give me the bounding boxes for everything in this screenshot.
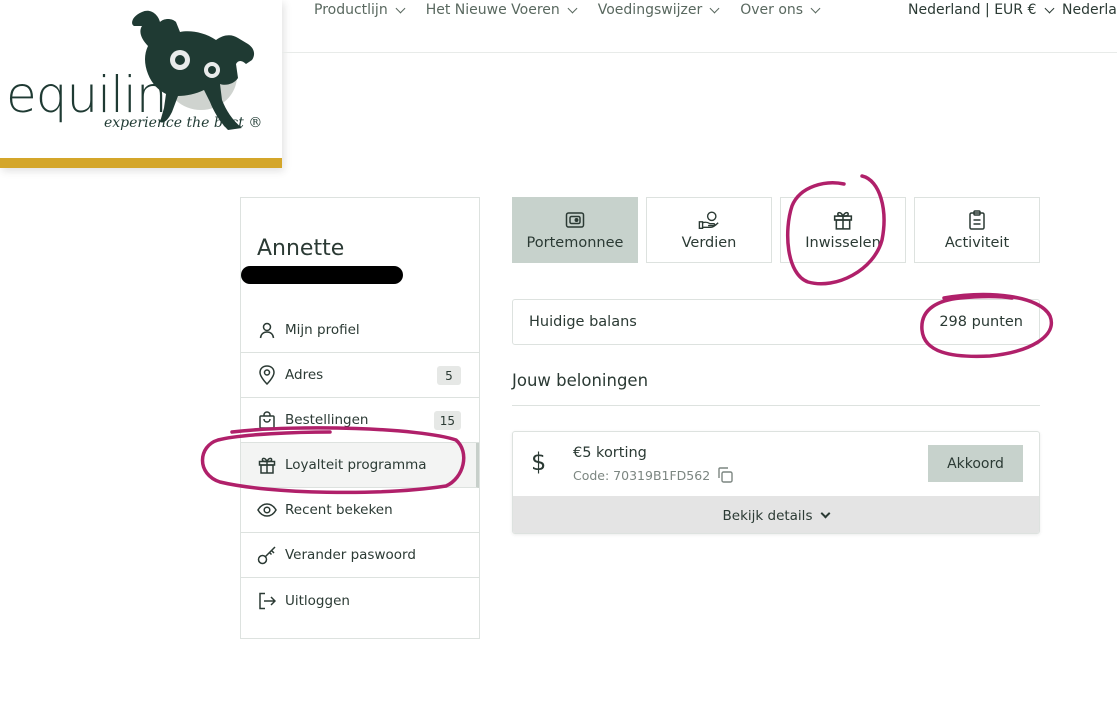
view-details-toggle[interactable]: Bekijk details [513, 496, 1039, 533]
nav-item-productlijn[interactable]: Productlijn [314, 2, 406, 18]
chevron-down-icon [1044, 3, 1055, 13]
sidebar-item-label: Verander paswoord [285, 547, 416, 563]
accept-reward-button[interactable]: Akkoord [928, 445, 1023, 482]
account-menu: Mijn profiel Adres 5 Bestellingen 15 Loy… [241, 308, 479, 623]
reward-code-text: Code: 70319B1FD562 [573, 467, 711, 483]
chevron-down-icon [821, 508, 831, 519]
logo-gold-bar [0, 158, 282, 168]
sidebar-item-label: Uitloggen [285, 592, 350, 609]
nav-item-het-nieuwe-voeren[interactable]: Het Nieuwe Voeren [426, 2, 578, 18]
gift-icon [832, 209, 854, 231]
header-divider [282, 52, 1117, 53]
current-balance: Huidige balans 298 punten [512, 299, 1040, 345]
gift-icon [257, 455, 277, 475]
sidebar-item-adres[interactable]: Adres 5 [241, 353, 479, 398]
sidebar-item-verander-paswoord[interactable]: Verander paswoord [241, 533, 479, 578]
count-badge: 15 [433, 411, 461, 430]
sidebar-item-label: Bestellingen [285, 412, 369, 428]
rewards-heading: Jouw beloningen [512, 371, 649, 390]
sidebar-item-recent-bekeken[interactable]: Recent bekeken [241, 488, 479, 533]
chevron-down-icon [567, 3, 578, 13]
reward-title: €5 korting [573, 445, 647, 461]
logo-tagline: experience the best ® [104, 115, 263, 131]
tab-inwisselen[interactable]: Inwisselen [780, 197, 906, 263]
chevron-down-icon [709, 3, 720, 13]
tab-activiteit[interactable]: Activiteit [914, 197, 1040, 263]
sidebar-item-label: Loyalteit programma [285, 457, 427, 473]
user-icon [257, 320, 277, 340]
reward-card: $ €5 korting Code: 70319B1FD562 Akkoord … [512, 431, 1040, 534]
sidebar-item-uitloggen[interactable]: Uitloggen [241, 578, 479, 623]
tab-portemonnee[interactable]: Portemonnee [512, 197, 638, 263]
chevron-down-icon [810, 3, 821, 13]
redacted-email [241, 266, 403, 284]
tab-verdien[interactable]: Verdien [646, 197, 772, 263]
chevron-down-icon [395, 3, 406, 13]
sidebar-item-bestellingen[interactable]: Bestellingen 15 [241, 398, 479, 443]
sidebar-item-loyalteit-programma[interactable]: Loyalteit programma [241, 443, 479, 488]
main-navigation: Productlijn Het Nieuwe Voeren Voedingswi… [314, 2, 841, 18]
account-sidebar: Annette Mijn profiel Adres 5 Bestellinge… [240, 197, 480, 639]
reward-code: Code: 70319B1FD562 [573, 466, 734, 484]
eye-icon [257, 500, 277, 520]
logout-icon [257, 591, 277, 611]
balance-label: Huidige balans [529, 314, 637, 330]
logo[interactable]: equilin experience the best ® [0, 0, 282, 168]
sidebar-item-label: Recent bekeken [285, 502, 393, 518]
nav-item-over-ons[interactable]: Over ons [740, 2, 821, 18]
reward-summary: $ €5 korting Code: 70319B1FD562 Akkoord [513, 432, 1039, 496]
copy-icon[interactable] [716, 466, 734, 484]
count-badge: 5 [437, 366, 461, 385]
user-name: Annette [257, 236, 345, 261]
view-details-label: Bekijk details [722, 507, 813, 524]
language-selector[interactable]: Nederlan [1062, 2, 1117, 18]
key-icon [257, 545, 277, 565]
wallet-icon [564, 209, 586, 231]
shopping-bag-icon [257, 410, 277, 430]
balance-value: 298 punten [939, 314, 1023, 330]
region-currency-selector[interactable]: Nederland | EUR € [908, 2, 1055, 18]
tab-label: Inwisselen [805, 235, 881, 251]
earn-icon [698, 209, 720, 231]
sidebar-item-label: Adres [285, 367, 324, 383]
nav-item-voedingswijzer[interactable]: Voedingswijzer [598, 2, 720, 18]
location-pin-icon [257, 365, 277, 385]
dollar-icon: $ [531, 448, 547, 476]
loyalty-tabs: Portemonnee Verdien Inwisselen Activitei… [512, 197, 1040, 263]
tab-label: Portemonnee [526, 235, 624, 251]
tab-label: Activiteit [944, 235, 1010, 251]
clipboard-icon [966, 209, 988, 231]
sidebar-item-mijn-profiel[interactable]: Mijn profiel [241, 308, 479, 353]
sidebar-item-label: Mijn profiel [285, 322, 360, 338]
rewards-divider [512, 405, 1040, 406]
tab-label: Verdien [681, 235, 737, 251]
